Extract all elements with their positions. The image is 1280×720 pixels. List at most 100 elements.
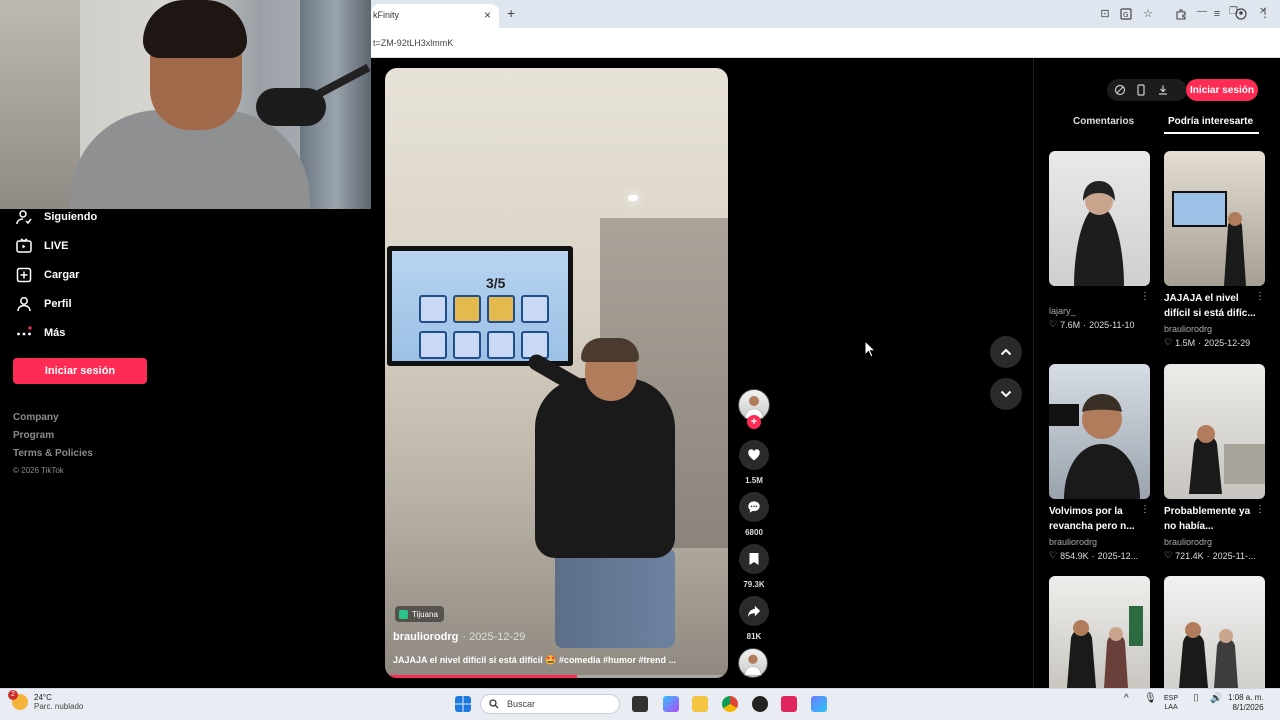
device-icon[interactable] bbox=[1135, 84, 1147, 96]
sidebar-item-following[interactable]: Siguiendo bbox=[16, 209, 97, 225]
file-explorer-icon[interactable] bbox=[692, 696, 708, 712]
sidebar-item-live[interactable]: LIVE bbox=[16, 238, 68, 254]
browser-tab[interactable]: kFinity × bbox=[371, 4, 499, 28]
webcam-background bbox=[0, 0, 80, 209]
tab-comments[interactable]: Comentarios bbox=[1073, 116, 1134, 127]
bookmark-icon bbox=[749, 553, 759, 565]
address-bar[interactable]: t=ZM-92tLH3xlmmK bbox=[371, 28, 1280, 58]
following-icon bbox=[16, 209, 32, 225]
volume-icon[interactable]: 🔊 bbox=[1210, 694, 1222, 704]
tv-score: 3/5 bbox=[486, 275, 506, 291]
comment-count: 6800 bbox=[745, 528, 763, 537]
recommended-video-thumbnail[interactable] bbox=[1049, 576, 1150, 688]
video-progress-bar[interactable] bbox=[385, 675, 728, 678]
language-indicator[interactable]: ESP LAA bbox=[1164, 694, 1178, 712]
weather-widget[interactable]: 2 24°C Parc. nublado bbox=[8, 690, 83, 711]
heart-outline-icon: ♡ bbox=[1164, 550, 1173, 560]
comment-button[interactable] bbox=[739, 492, 769, 522]
save-action[interactable]: 79.3K bbox=[738, 544, 770, 589]
footer-link-company[interactable]: Company bbox=[13, 412, 59, 423]
app-icon[interactable] bbox=[752, 696, 768, 712]
search-icon bbox=[489, 699, 499, 709]
notification-badge: 2 bbox=[8, 690, 18, 700]
recommended-date: 2025-11-10 bbox=[1089, 319, 1135, 330]
app-icon[interactable] bbox=[811, 696, 827, 712]
chrome-icon[interactable] bbox=[722, 696, 738, 712]
sidebar-login-button[interactable]: Iniciar sesión bbox=[13, 358, 147, 384]
tray-overflow-icon[interactable]: ^ bbox=[1124, 694, 1129, 704]
game-tile bbox=[419, 331, 447, 359]
webcam-person-hair bbox=[143, 0, 247, 58]
media-controls-icon[interactable]: ≡ bbox=[1211, 8, 1223, 20]
recommended-likes: 854.9K bbox=[1060, 550, 1089, 561]
recommended-video-thumbnail[interactable] bbox=[1049, 364, 1150, 499]
sound-avatar[interactable] bbox=[738, 648, 768, 678]
sidebar-item-profile[interactable]: Perfil bbox=[16, 296, 72, 312]
menu-kebab-icon[interactable]: ⋮ bbox=[1259, 8, 1271, 20]
tab-recommended[interactable]: Podría interesarte bbox=[1168, 116, 1253, 127]
like-count: 1.5M bbox=[745, 476, 763, 485]
task-view-icon[interactable] bbox=[632, 696, 648, 712]
location-tag[interactable]: Tijuana bbox=[395, 606, 444, 622]
recommended-video-thumbnail[interactable] bbox=[1049, 151, 1150, 286]
video-author-line[interactable]: brauliorodrg · 2025-12-29 bbox=[393, 631, 525, 643]
copilot-icon[interactable] bbox=[663, 696, 679, 712]
bookmark-star-icon[interactable]: ☆ bbox=[1142, 8, 1154, 20]
tiktok-app-icon[interactable] bbox=[781, 696, 797, 712]
recommended-author[interactable]: brauliorodrg bbox=[1049, 537, 1097, 547]
sidebar-item-upload[interactable]: Cargar bbox=[16, 267, 79, 283]
download-icon[interactable] bbox=[1157, 84, 1169, 96]
windows-start-icon[interactable] bbox=[455, 696, 471, 712]
recommended-author[interactable]: lajary_ bbox=[1049, 306, 1076, 316]
tab-close-icon[interactable]: × bbox=[484, 8, 491, 22]
previous-video-button[interactable] bbox=[990, 336, 1022, 368]
report-icon[interactable] bbox=[1114, 84, 1126, 96]
footer-link-terms[interactable]: Terms & Policies bbox=[13, 448, 93, 459]
save-button[interactable] bbox=[739, 544, 769, 574]
footer-link-program[interactable]: Program bbox=[13, 430, 54, 441]
taskbar-search[interactable]: Buscar bbox=[480, 694, 620, 714]
recommended-video-thumbnail[interactable] bbox=[1164, 151, 1265, 286]
profile-icon-browser[interactable] bbox=[1235, 8, 1247, 20]
share-icon bbox=[747, 605, 761, 617]
recommended-title[interactable]: Volvimos por la revancha pero n... bbox=[1049, 504, 1149, 534]
recommended-title[interactable]: JAJAJA el nivel difícil si está difíc... bbox=[1164, 291, 1264, 321]
extensions-icon[interactable] bbox=[1175, 8, 1187, 20]
share-button[interactable] bbox=[739, 596, 769, 626]
like-action[interactable]: 1.5M bbox=[738, 440, 770, 485]
recommended-stats: ♡ 854.9K · 2025-12... bbox=[1049, 550, 1139, 561]
video-player[interactable]: 3/5 Tijuana brauliorodrg · 2025-12-29 JA… bbox=[385, 68, 728, 678]
video-scene-light bbox=[628, 195, 638, 201]
recommended-author[interactable]: brauliorodrg bbox=[1164, 537, 1212, 547]
minimize-button[interactable]: — bbox=[1197, 6, 1207, 17]
video-scene-tv: 3/5 bbox=[387, 246, 573, 366]
next-video-button[interactable] bbox=[990, 378, 1022, 410]
new-tab-button[interactable]: + bbox=[507, 5, 515, 21]
header-login-button[interactable]: Iniciar sesión bbox=[1186, 79, 1258, 101]
video-person-cap bbox=[581, 338, 639, 362]
video-caption[interactable]: JAJAJA el nivel difícil si está difícil … bbox=[393, 655, 723, 666]
sidebar-item-more[interactable]: Más bbox=[16, 325, 65, 341]
video-author-name[interactable]: brauliorodrg bbox=[393, 631, 458, 643]
system-clock[interactable]: 1:08 a. m. 8/1/2026 bbox=[1228, 693, 1264, 713]
translate-icon[interactable]: G bbox=[1120, 8, 1132, 20]
like-button[interactable] bbox=[739, 440, 769, 470]
install-app-icon[interactable]: ⊡ bbox=[1099, 8, 1111, 20]
recommended-video-thumbnail[interactable] bbox=[1164, 576, 1265, 688]
comment-icon bbox=[748, 501, 760, 513]
sidebar-item-label: LIVE bbox=[44, 240, 69, 252]
comment-action[interactable]: 6800 bbox=[738, 492, 770, 537]
follow-button[interactable]: + bbox=[747, 415, 761, 429]
video-date: · 2025-12-29 bbox=[462, 631, 526, 643]
recommended-author[interactable]: brauliorodrg bbox=[1164, 324, 1212, 334]
share-action[interactable]: 81K bbox=[738, 596, 770, 641]
url-text[interactable]: t=ZM-92tLH3xlmmK bbox=[373, 38, 453, 48]
recommended-title[interactable]: Probablemente ya no había... bbox=[1164, 504, 1264, 534]
location-pin-icon bbox=[399, 609, 408, 619]
network-icon[interactable]: ⌷ bbox=[1193, 694, 1199, 704]
share-count: 81K bbox=[746, 632, 762, 641]
thumbnail-menu-icon[interactable]: ⋮ bbox=[1140, 291, 1150, 302]
recommended-video-thumbnail[interactable] bbox=[1164, 364, 1265, 499]
microphone-icon[interactable]: 🎙 bbox=[1144, 694, 1157, 704]
recommended-stats: ♡ 7.6M · 2025-11-10 bbox=[1049, 319, 1135, 330]
